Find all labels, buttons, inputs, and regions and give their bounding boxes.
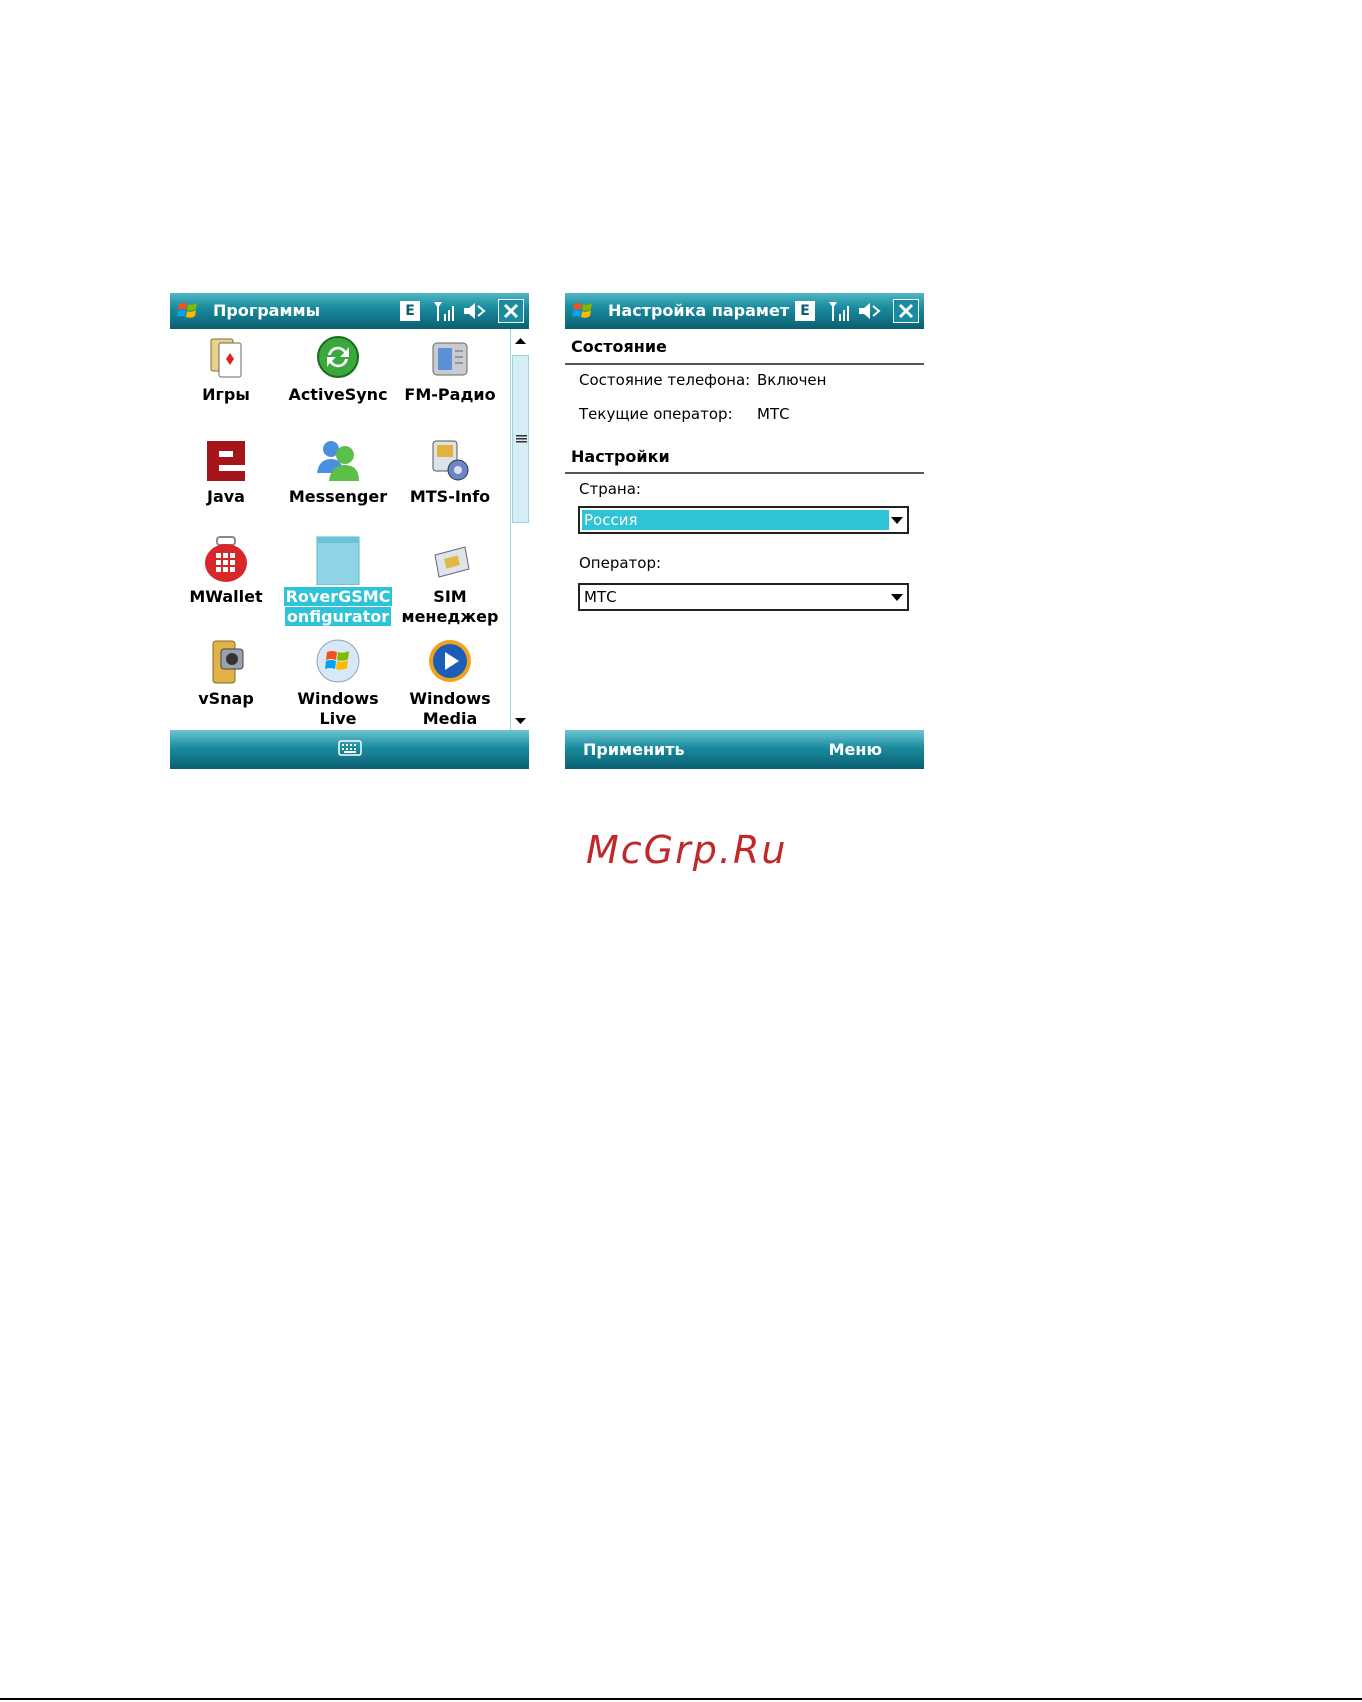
program-java[interactable]: Java bbox=[170, 431, 282, 531]
activesync-icon bbox=[317, 336, 359, 378]
section-settings-heading: Настройки bbox=[571, 447, 670, 466]
grip-icon bbox=[516, 435, 527, 443]
windows-start-icon[interactable] bbox=[571, 299, 595, 323]
java-icon bbox=[207, 441, 245, 481]
operator-field-value: МТС bbox=[584, 588, 617, 606]
scroll-up-arrow-icon[interactable] bbox=[511, 329, 529, 353]
apply-softkey[interactable]: Применить bbox=[583, 740, 685, 759]
volume-muted-icon[interactable] bbox=[857, 300, 883, 322]
games-icon bbox=[210, 338, 242, 378]
current-operator-label: Текущие оператор: bbox=[579, 405, 733, 423]
programs-grid: Игры ActiveSync FM-Радио Java Messenger … bbox=[170, 329, 510, 733]
radio-icon bbox=[432, 342, 468, 376]
program-windows-media[interactable]: Windows Media bbox=[394, 633, 506, 733]
signal-icon[interactable] bbox=[432, 300, 456, 322]
edge-network-icon: E bbox=[795, 301, 815, 321]
scrollbar[interactable] bbox=[510, 329, 529, 733]
wallet-icon bbox=[205, 536, 247, 582]
program-mwallet[interactable]: MWallet bbox=[170, 531, 282, 631]
operator-field-label: Оператор: bbox=[579, 554, 662, 572]
section-state-heading: Состояние bbox=[571, 337, 667, 356]
window-title: Настройка парамет bbox=[608, 301, 790, 320]
country-value: Россия bbox=[582, 510, 889, 530]
windows-start-icon[interactable] bbox=[176, 299, 200, 323]
program-vsnap[interactable]: vSnap bbox=[170, 633, 282, 733]
program-windows-live[interactable]: Windows Live bbox=[282, 633, 394, 733]
program-games[interactable]: Игры bbox=[170, 329, 282, 429]
camera-icon bbox=[212, 640, 244, 684]
operator-dropdown[interactable]: МТС bbox=[578, 583, 909, 611]
window-title: Программы bbox=[213, 301, 321, 320]
messenger-icon bbox=[317, 441, 359, 481]
chevron-down-icon[interactable] bbox=[891, 594, 903, 601]
settings-screen: Настройка парамет E Состояние Состояние … bbox=[565, 293, 924, 769]
divider bbox=[565, 472, 924, 474]
current-operator-value: МТС bbox=[757, 405, 790, 423]
chevron-down-icon[interactable] bbox=[891, 517, 903, 524]
signal-icon[interactable] bbox=[827, 300, 851, 322]
folder-icon bbox=[316, 536, 360, 585]
menu-softkey[interactable]: Меню bbox=[829, 740, 882, 759]
soft-key-bar bbox=[170, 730, 529, 769]
windows-live-icon bbox=[316, 639, 360, 683]
programs-screen: Программы E Игры ActiveSync FM-Радио Jav… bbox=[170, 293, 529, 769]
edge-network-icon: E bbox=[400, 301, 420, 321]
sim-card-icon bbox=[434, 546, 470, 578]
program-sim-manager[interactable]: SIM менеджер bbox=[394, 531, 506, 631]
watermark: McGrp.Ru bbox=[586, 828, 788, 872]
volume-muted-icon[interactable] bbox=[462, 300, 488, 322]
title-bar: Настройка парамет E bbox=[565, 293, 924, 329]
close-icon[interactable] bbox=[498, 299, 524, 323]
scroll-thumb[interactable] bbox=[512, 355, 529, 523]
phone-state-value: Включен bbox=[757, 371, 827, 389]
program-fm-radio[interactable]: FM-Радио bbox=[394, 329, 506, 429]
mts-info-icon bbox=[432, 440, 469, 481]
keyboard-icon[interactable] bbox=[338, 739, 362, 757]
phone-state-label: Состояние телефона: bbox=[579, 371, 751, 389]
program-messenger[interactable]: Messenger bbox=[282, 431, 394, 531]
soft-key-bar: Применить Меню bbox=[565, 730, 924, 769]
windows-media-icon bbox=[429, 640, 471, 682]
title-bar: Программы E bbox=[170, 293, 529, 329]
program-mts-info[interactable]: MTS-Info bbox=[394, 431, 506, 531]
divider bbox=[565, 363, 924, 365]
page-bottom-rule bbox=[0, 1698, 1362, 1700]
close-icon[interactable] bbox=[893, 299, 919, 323]
country-label: Страна: bbox=[579, 480, 641, 498]
program-activesync[interactable]: ActiveSync bbox=[282, 329, 394, 429]
program-rovergsm-configurator[interactable]: RoverGSMC onfigurator bbox=[282, 531, 394, 631]
country-dropdown[interactable]: Россия bbox=[578, 506, 909, 534]
